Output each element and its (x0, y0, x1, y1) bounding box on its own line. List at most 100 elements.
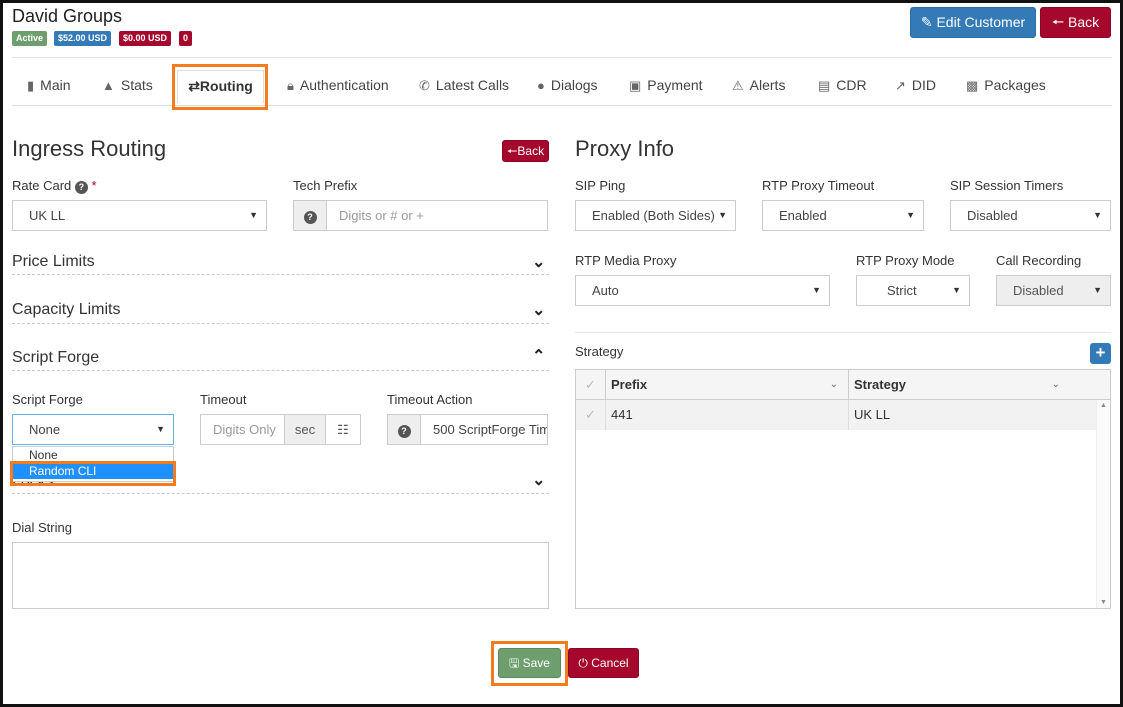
script-forge-label: Script Forge (12, 392, 83, 407)
caret-down-icon: ▼ (812, 285, 821, 295)
rate-card-select[interactable]: UK LL ▼ (12, 200, 267, 231)
lock-icon: 🔒︎ (287, 78, 294, 93)
scroll-down-icon[interactable]: ▼ (1100, 599, 1107, 606)
timeout-action-input[interactable]: 500 ScriptForge Timeout (420, 414, 548, 445)
timeout-action-label: Timeout Action (387, 392, 473, 407)
tab-authentication[interactable]: 🔒︎ Authentication (287, 68, 389, 105)
rtp-mode-select[interactable]: Strict ▼ (856, 275, 970, 306)
rtp-media-label: RTP Media Proxy (575, 253, 677, 268)
chevron-down-icon[interactable]: ⌄ (1052, 370, 1060, 399)
tab-label: Stats (120, 77, 153, 93)
back-label: Back (1068, 14, 1100, 30)
rtp-mode-value: Strict (887, 283, 917, 298)
capacity-limits-heading[interactable]: Capacity Limits (12, 301, 120, 319)
ingress-back-button[interactable]: 🠔Back (502, 140, 549, 162)
timeout-settings-button[interactable]: ☷ (325, 414, 361, 445)
tab-cdr[interactable]: ▤ CDR (818, 68, 867, 105)
sip-ping-value: Enabled (Both Sides) (592, 208, 715, 223)
chevron-down-icon[interactable]: ⌄ (532, 300, 545, 320)
tab-alerts[interactable]: ⚠ Alerts (732, 68, 785, 105)
chevron-up-icon[interactable]: ⌃ (532, 346, 545, 366)
tab-main[interactable]: ▮ Main (27, 68, 71, 105)
rtp-media-select[interactable]: Auto ▼ (575, 275, 830, 306)
tab-did[interactable]: ↗ DID (895, 68, 936, 105)
floppy-disk-icon: 🖫︎ (509, 656, 520, 670)
price-limits-heading[interactable]: Price Limits (12, 253, 95, 271)
script-forge-heading[interactable]: Script Forge (12, 349, 99, 367)
customer-name: David Groups (12, 6, 123, 26)
strategy-table: ✓ Prefix ⌄ Strategy ⌄ ✓ 441 UK LL ▲ ▼ (575, 369, 1111, 609)
sliders-icon: ☷ (337, 422, 349, 437)
rtp-timeout-value: Enabled (779, 208, 827, 223)
divider (12, 370, 549, 371)
phone-icon: ✆ (419, 78, 430, 93)
tab-label: Routing (199, 78, 253, 94)
comment-icon: ● (537, 78, 545, 93)
timeout-action-help-addon: ? (387, 414, 421, 445)
tab-routing[interactable]: ⇄Routing (177, 70, 264, 103)
cancel-button[interactable]: ⏻︎ Cancel (568, 648, 639, 678)
arrow-left-icon: 🠔 (1051, 14, 1065, 30)
row-checkbox[interactable]: ✓ (576, 400, 606, 430)
dial-string-label: Dial String (12, 520, 72, 535)
tab-dialogs[interactable]: ● Dialogs (537, 68, 598, 105)
warning-icon: ⚠ (732, 78, 744, 93)
tab-label: Latest Calls (435, 77, 510, 93)
help-icon: ? (397, 425, 411, 438)
add-strategy-button[interactable]: + (1090, 343, 1111, 364)
tab-packages[interactable]: ▩ Packages (966, 68, 1046, 105)
random-cli-highlight (10, 461, 176, 486)
tab-label: Dialogs (550, 77, 598, 93)
select-all-checkbox[interactable]: ✓ (576, 370, 606, 400)
chevron-down-icon[interactable]: ⌄ (532, 252, 545, 272)
divider (12, 493, 549, 494)
caret-down-icon: ▼ (715, 201, 727, 230)
table-scrollbar[interactable]: ▲ ▼ (1096, 400, 1110, 608)
dial-string-textarea[interactable] (12, 542, 549, 609)
rtp-timeout-label: RTP Proxy Timeout (762, 178, 875, 193)
status-badge: Active (12, 31, 48, 46)
tab-payment[interactable]: ▣ Payment (629, 68, 703, 105)
script-forge-select[interactable]: None ▼ (12, 414, 174, 445)
scroll-up-icon[interactable]: ▲ (1100, 402, 1107, 409)
tech-prefix-help-addon: ? (293, 200, 327, 231)
tech-prefix-input[interactable]: Digits or # or + (326, 200, 548, 231)
edit-customer-label: Edit Customer (936, 14, 1026, 30)
column-header-strategy[interactable]: Strategy ⌄ (849, 370, 1110, 400)
timeout-unit: sec (284, 414, 326, 445)
edit-customer-button[interactable]: ✎ Edit Customer (910, 7, 1036, 38)
proxy-title: Proxy Info (575, 136, 675, 161)
rtp-timeout-select[interactable]: Enabled ▼ (762, 200, 924, 231)
call-recording-select: Disabled ▼ (996, 275, 1111, 306)
column-header-prefix[interactable]: Prefix ⌄ (606, 370, 849, 400)
sip-timers-select[interactable]: Disabled ▼ (950, 200, 1111, 231)
timeout-input[interactable]: Digits Only (200, 414, 285, 445)
sip-ping-select[interactable]: Enabled (Both Sides) ▼ (575, 200, 736, 231)
bookmark-icon: ▮ (27, 78, 35, 93)
share-icon: ↗ (895, 78, 906, 93)
chevron-down-icon[interactable]: ⌄ (830, 370, 838, 399)
save-button[interactable]: 🖫︎ Save (498, 648, 561, 678)
tab-latest-calls[interactable]: ✆ Latest Calls (419, 68, 509, 105)
divider (12, 274, 549, 275)
caret-down-icon: ▼ (952, 285, 961, 295)
area-chart-icon: ▲ (102, 78, 115, 93)
plus-icon: + (1095, 343, 1106, 362)
sip-timers-value: Disabled (967, 208, 1018, 223)
header-divider (12, 57, 1112, 58)
back-button[interactable]: 🠔 Back (1040, 7, 1111, 38)
script-forge-value: None (29, 422, 61, 437)
help-icon: ? (303, 211, 317, 224)
rtp-media-value: Auto (592, 283, 619, 298)
caret-down-icon: ▼ (906, 210, 915, 220)
tab-stats[interactable]: ▲ Stats (102, 68, 153, 105)
tab-label: Alerts (749, 77, 786, 93)
sip-timers-label: SIP Session Timers (950, 178, 1064, 193)
tab-label: Main (40, 77, 71, 93)
call-recording-value: Disabled (1013, 283, 1064, 298)
ingress-back-label: Back (517, 144, 545, 158)
chevron-down-icon[interactable]: ⌄ (532, 470, 545, 490)
divider (12, 323, 549, 324)
tab-label: Packages (984, 77, 1046, 93)
sip-ping-label: SIP Ping (575, 178, 626, 193)
